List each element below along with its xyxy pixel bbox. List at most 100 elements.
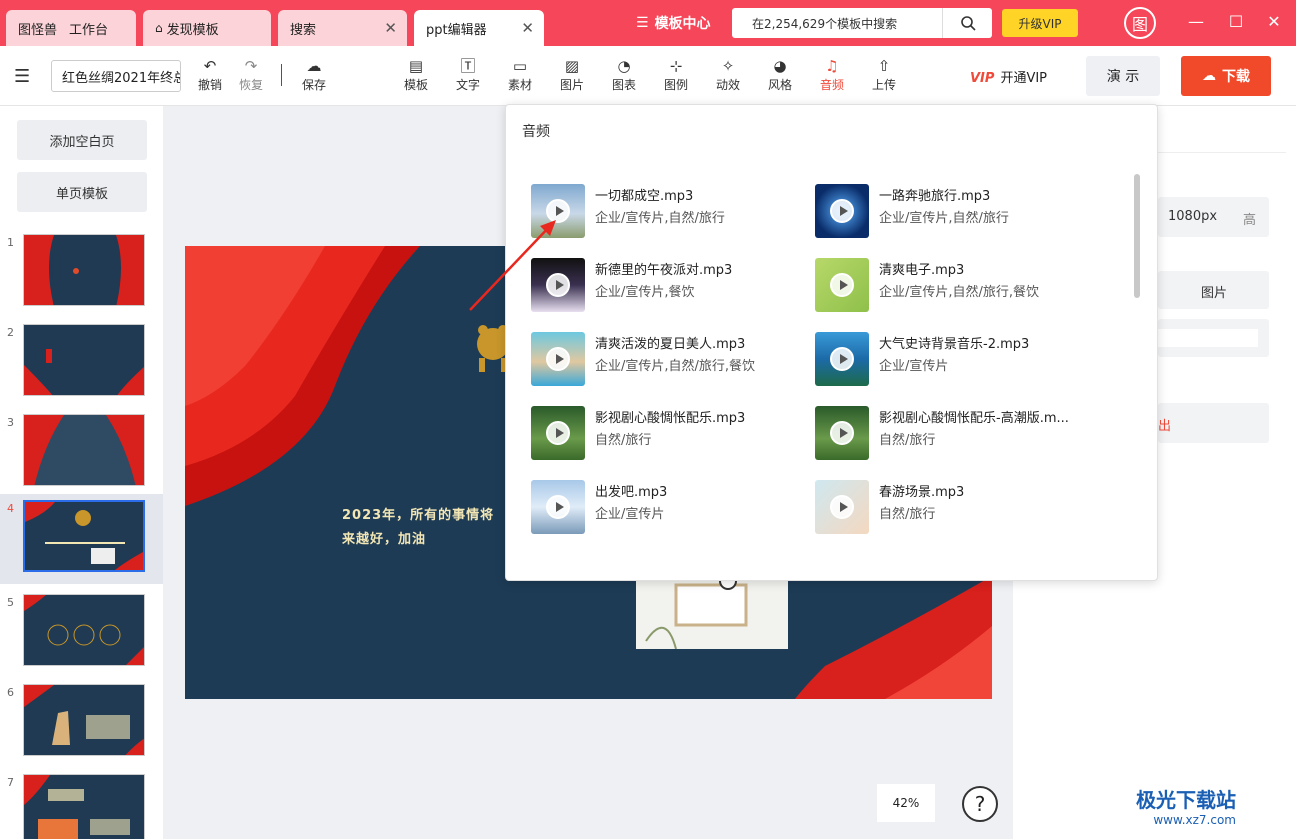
audio-item[interactable]: 一切都成空.mp3 企业/宣传片,自然/旅行 bbox=[531, 184, 801, 240]
tool-material[interactable]: ▭ 素材 bbox=[500, 56, 540, 93]
output-button[interactable]: 出 bbox=[1158, 403, 1269, 443]
tool-text[interactable]: 🅃 文字 bbox=[448, 56, 488, 93]
audio-item[interactable]: 春游场景.mp3 自然/旅行 bbox=[815, 480, 1085, 536]
document-title-field[interactable]: 红色丝绸2021年终总结 bbox=[51, 60, 181, 92]
audio-thumbnail bbox=[815, 480, 869, 534]
zoom-level[interactable]: 42% bbox=[877, 784, 935, 822]
play-icon[interactable] bbox=[830, 421, 854, 445]
play-icon[interactable] bbox=[546, 273, 570, 297]
tool-chart[interactable]: ◔ 图表 bbox=[604, 56, 644, 93]
audio-name: 清爽活泼的夏日美人.mp3 bbox=[595, 337, 746, 352]
height-field[interactable]: 1080px 高 bbox=[1158, 197, 1269, 237]
redo-button[interactable]: ↷ 恢复 bbox=[231, 56, 271, 93]
play-icon[interactable] bbox=[546, 347, 570, 371]
audio-item[interactable]: 新德里的午夜派对.mp3 企业/宣传片,餐饮 bbox=[531, 258, 801, 314]
download-button[interactable]: ☁ 下载 bbox=[1181, 56, 1271, 96]
tool-animation-label: 动效 bbox=[715, 78, 740, 92]
image-option-label: 图片 bbox=[1201, 286, 1228, 301]
present-button[interactable]: 演 示 bbox=[1086, 56, 1160, 96]
slide-number: 5 bbox=[7, 596, 14, 609]
audio-thumbnail bbox=[531, 184, 585, 238]
tool-legend[interactable]: ⊹ 图例 bbox=[656, 56, 696, 93]
tool-upload[interactable]: ⇧ 上传 bbox=[864, 56, 904, 93]
audio-item[interactable]: 大气史诗背景音乐-2.mp3 企业/宣传片 bbox=[815, 332, 1085, 388]
play-icon[interactable] bbox=[546, 199, 570, 223]
hamburger-menu-icon[interactable]: ☰ bbox=[14, 66, 30, 87]
image-option[interactable]: 图片 bbox=[1158, 271, 1269, 309]
play-icon[interactable] bbox=[830, 347, 854, 371]
slide-thumbnail[interactable]: 7 bbox=[0, 768, 163, 839]
audio-item[interactable]: 影视剧心酸惆怅配乐-高潮版.m... 自然/旅行 bbox=[815, 406, 1085, 462]
slide-thumbnail[interactable]: 2 bbox=[0, 318, 163, 408]
audio-tags: 企业/宣传片,自然/旅行 bbox=[879, 211, 1009, 226]
maximize-icon[interactable]: ☐ bbox=[1226, 12, 1246, 31]
search-input[interactable]: 在2,254,629个模板中搜索 bbox=[732, 15, 942, 32]
audio-item[interactable]: 清爽活泼的夏日美人.mp3 企业/宣传片,自然/旅行,餐饮 bbox=[531, 332, 801, 388]
slide-thumbnail[interactable]: 3 bbox=[0, 408, 163, 498]
audio-thumbnail bbox=[531, 258, 585, 312]
open-vip-link[interactable]: VIP 开通VIP bbox=[970, 67, 1047, 86]
undo-button[interactable]: ↶ 撤销 bbox=[190, 56, 230, 93]
audio-thumbnail bbox=[815, 332, 869, 386]
avatar[interactable]: 图 bbox=[1124, 7, 1156, 39]
template-center-link[interactable]: ☰ 模板中心 bbox=[636, 13, 711, 33]
tab-workspace[interactable]: 图怪兽 工作台 bbox=[6, 10, 136, 46]
menu-icon: ☰ bbox=[636, 15, 649, 31]
add-blank-page-button[interactable]: 添加空白页 bbox=[17, 120, 147, 160]
audio-item[interactable]: 一路奔驰旅行.mp3 企业/宣传片,自然/旅行 bbox=[815, 184, 1085, 240]
play-icon[interactable] bbox=[830, 273, 854, 297]
play-icon[interactable] bbox=[546, 421, 570, 445]
audio-item[interactable]: 出发吧.mp3 企业/宣传片 bbox=[531, 480, 801, 536]
audio-name: 一路奔驰旅行.mp3 bbox=[879, 189, 991, 204]
tool-style-label: 风格 bbox=[767, 78, 792, 92]
folder-icon: ▭ bbox=[512, 57, 528, 75]
tool-image-label: 图片 bbox=[559, 78, 584, 92]
search-icon bbox=[960, 16, 976, 31]
audio-name: 影视剧心酸惆怅配乐.mp3 bbox=[595, 411, 746, 426]
slide-thumbnail-selected[interactable]: 4 bbox=[0, 494, 163, 584]
audio-list-scrollbar[interactable] bbox=[1134, 174, 1140, 298]
audio-name: 新德里的午夜派对.mp3 bbox=[595, 263, 733, 278]
single-page-template-button[interactable]: 单页模板 bbox=[17, 172, 147, 212]
close-icon[interactable]: ✕ bbox=[521, 20, 534, 36]
upgrade-vip-button[interactable]: 升级VIP bbox=[1002, 9, 1078, 37]
slide-thumbnail[interactable]: 6 bbox=[0, 678, 163, 768]
tool-style[interactable]: ◕ 风格 bbox=[760, 56, 800, 93]
slide-preview bbox=[23, 684, 145, 756]
audio-name: 春游场景.mp3 bbox=[879, 485, 965, 500]
tool-audio-label: 音频 bbox=[819, 78, 844, 92]
search-button[interactable] bbox=[942, 8, 992, 38]
text-icon: 🅃 bbox=[460, 57, 476, 75]
tool-template[interactable]: ▤ 模板 bbox=[396, 56, 436, 93]
close-icon[interactable]: ✕ bbox=[384, 20, 397, 36]
slide-preview bbox=[23, 500, 145, 572]
audio-name: 大气史诗背景音乐-2.mp3 bbox=[879, 337, 1030, 352]
slide-thumbnail[interactable]: 5 bbox=[0, 588, 163, 678]
tab-discover[interactable]: ⌂ 发现模板 bbox=[143, 10, 271, 46]
toolbar-divider bbox=[281, 64, 282, 86]
tab-search[interactable]: 搜索 ✕ bbox=[278, 10, 407, 46]
play-icon[interactable] bbox=[830, 199, 854, 223]
minimize-icon[interactable]: — bbox=[1186, 12, 1206, 31]
slide-photo[interactable] bbox=[636, 571, 788, 650]
audio-item[interactable]: 清爽电子.mp3 企业/宣传片,自然/旅行,餐饮 bbox=[815, 258, 1085, 314]
audio-item[interactable]: 影视剧心酸惆怅配乐.mp3 自然/旅行 bbox=[531, 406, 801, 462]
play-icon[interactable] bbox=[546, 495, 570, 519]
tool-animation[interactable]: ✧ 动效 bbox=[708, 56, 748, 93]
audio-thumbnail bbox=[531, 480, 585, 534]
panel-input[interactable] bbox=[1158, 319, 1269, 357]
tool-audio[interactable]: ♫ 音频 bbox=[812, 56, 852, 93]
tab-ppt-editor-label: ppt编辑器 bbox=[426, 22, 487, 38]
slide-body-text[interactable]: 2023年，所有的事情将 来越好，加油 bbox=[342, 504, 494, 552]
close-window-icon[interactable]: ✕ bbox=[1264, 12, 1284, 31]
play-icon[interactable] bbox=[830, 495, 854, 519]
template-search[interactable]: 在2,254,629个模板中搜索 bbox=[732, 8, 992, 38]
save-button[interactable]: ☁ 保存 bbox=[294, 56, 334, 93]
audio-tags: 企业/宣传片 bbox=[879, 359, 949, 374]
tool-image[interactable]: ▨ 图片 bbox=[552, 56, 592, 93]
help-icon[interactable]: ? bbox=[962, 786, 998, 822]
slide-thumbnail[interactable]: 1 bbox=[0, 228, 163, 318]
audio-tags: 企业/宣传片,餐饮 bbox=[595, 285, 695, 300]
editor-toolbar: ☰ 红色丝绸2021年终总结 ↶ 撤销 ↷ 恢复 ☁ 保存 ▤ 模板 🅃 文字 ▭ 素材 ▨… bbox=[0, 46, 1296, 106]
tab-ppt-editor[interactable]: ppt编辑器 ✕ bbox=[414, 10, 544, 46]
